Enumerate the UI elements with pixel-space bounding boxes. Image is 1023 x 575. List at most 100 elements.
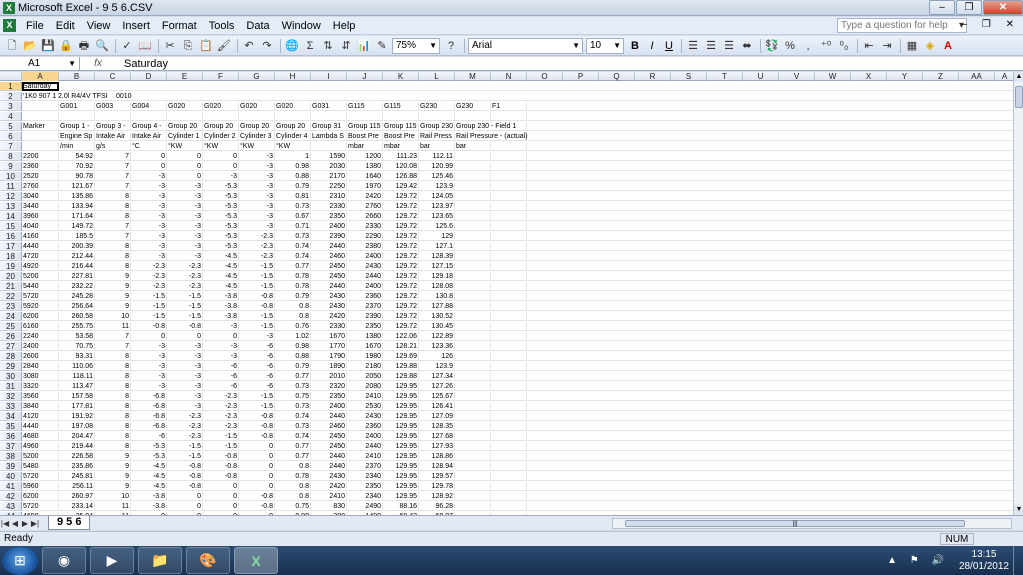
cell[interactable]: 0.8 <box>275 312 311 321</box>
cell[interactable]: -3.8 <box>203 312 239 321</box>
comma-button[interactable]: , <box>800 38 816 54</box>
cell[interactable]: 4920 <box>22 262 59 271</box>
cell[interactable]: 3960 <box>22 212 59 221</box>
cell[interactable]: Group 230 <box>419 122 455 131</box>
cell[interactable]: -2.3 <box>167 412 203 421</box>
cell[interactable]: 129.72 <box>383 232 419 241</box>
cell[interactable]: -6.8 <box>131 402 167 411</box>
column-header[interactable]: K <box>383 72 419 81</box>
column-header[interactable]: R <box>635 72 671 81</box>
cell[interactable] <box>455 282 491 291</box>
row-header[interactable]: 9 <box>0 162 22 171</box>
cell[interactable] <box>455 452 491 461</box>
cell[interactable]: mbar <box>347 142 383 151</box>
cell[interactable]: -2.3 <box>203 412 239 421</box>
cell[interactable]: 2420 <box>311 312 347 321</box>
cell[interactable]: -6 <box>203 372 239 381</box>
cell[interactable]: 0.79 <box>275 182 311 191</box>
cell[interactable]: 129.95 <box>383 412 419 421</box>
fill-color-icon[interactable]: ◈ <box>922 38 938 54</box>
cell[interactable] <box>455 342 491 351</box>
cell[interactable]: 2450 <box>311 432 347 441</box>
cell[interactable] <box>455 462 491 471</box>
cell[interactable]: 8 <box>95 192 131 201</box>
cell[interactable]: -3 <box>131 242 167 251</box>
cell[interactable] <box>455 82 491 91</box>
hyperlink-icon[interactable]: 🌐 <box>284 38 300 54</box>
row-header[interactable]: 31 <box>0 382 22 391</box>
row-header[interactable]: 19 <box>0 262 22 271</box>
row-header[interactable]: 40 <box>0 472 22 481</box>
font-color-icon[interactable]: A <box>940 38 956 54</box>
column-header[interactable]: E <box>167 72 203 81</box>
cell[interactable]: Rail Pressure - (actual) <box>455 132 528 141</box>
row-header[interactable]: 12 <box>0 192 22 201</box>
cell[interactable]: 129.57 <box>419 472 455 481</box>
cell[interactable]: 0 <box>203 162 239 171</box>
row-header[interactable]: 4 <box>0 112 22 121</box>
cell[interactable]: -1.5 <box>167 302 203 311</box>
cell[interactable]: G230 <box>455 102 491 111</box>
autosum-icon[interactable]: Σ <box>302 38 318 54</box>
row-header[interactable]: 24 <box>0 312 22 321</box>
cell[interactable]: 191.92 <box>59 412 95 421</box>
cell[interactable] <box>491 422 527 431</box>
formula-input[interactable]: Saturday <box>116 58 168 70</box>
cell[interactable]: 9 <box>95 272 131 281</box>
cell[interactable]: -1.5 <box>167 442 203 451</box>
cell[interactable]: 5200 <box>22 452 59 461</box>
cell[interactable]: 126.41 <box>419 402 455 411</box>
workbook-icon[interactable]: X <box>3 19 16 32</box>
cell[interactable]: 2.0l R4/4V TFSI <box>57 92 108 101</box>
cell[interactable]: -1.5 <box>131 312 167 321</box>
cell[interactable]: 7 <box>95 182 131 191</box>
cell[interactable]: -6.8 <box>131 422 167 431</box>
cell[interactable] <box>22 102 59 111</box>
cell[interactable]: -1.5 <box>239 402 275 411</box>
cell[interactable]: 226.58 <box>59 452 95 461</box>
cell[interactable]: -3 <box>203 322 239 331</box>
cell[interactable]: 7 <box>95 172 131 181</box>
column-header[interactable]: Y <box>887 72 923 81</box>
explorer-icon[interactable]: 📁 <box>138 547 182 574</box>
cell[interactable]: 2420 <box>311 482 347 491</box>
cell[interactable]: -2.3 <box>239 232 275 241</box>
cell[interactable]: 2340 <box>347 492 383 501</box>
row-header[interactable]: 2 <box>0 92 22 101</box>
cell[interactable]: 124.05 <box>419 192 455 201</box>
cell[interactable]: 130.8 <box>419 292 455 301</box>
cell[interactable]: G115 <box>347 102 383 111</box>
row-header[interactable]: 29 <box>0 362 22 371</box>
cell[interactable]: 93.31 <box>59 352 95 361</box>
workbook-window-controls[interactable]: – ❐ ✕ <box>962 19 1020 30</box>
cell[interactable]: 0.79 <box>275 362 311 371</box>
cell[interactable]: Intake Air <box>95 132 131 141</box>
cell[interactable] <box>383 82 419 91</box>
cell[interactable]: -3 <box>239 202 275 211</box>
cell[interactable]: 128.21 <box>383 342 419 351</box>
redo-icon[interactable]: ↷ <box>259 38 275 54</box>
cell[interactable]: 2430 <box>311 302 347 311</box>
cell[interactable] <box>311 142 347 151</box>
cell[interactable]: -3.8 <box>203 302 239 311</box>
cell[interactable] <box>22 112 59 121</box>
cell[interactable]: -4.5 <box>131 462 167 471</box>
column-header[interactable]: W <box>815 72 851 81</box>
cell[interactable]: 2370 <box>347 302 383 311</box>
cell[interactable]: 96.28 <box>419 502 455 511</box>
cell[interactable]: 0.73 <box>275 422 311 431</box>
cell[interactable]: -3 <box>167 182 203 191</box>
cell[interactable]: Lambda S <box>311 132 347 141</box>
cell[interactable]: -3 <box>131 172 167 181</box>
cell[interactable]: 5720 <box>22 292 59 301</box>
cell[interactable]: 53.58 <box>59 332 95 341</box>
start-button[interactable]: ⊞ <box>2 546 38 575</box>
restore-button[interactable]: ❐ <box>956 0 982 15</box>
cell[interactable]: 4040 <box>22 222 59 231</box>
cell[interactable]: G115 <box>383 102 419 111</box>
cell[interactable]: -0.8 <box>239 412 275 421</box>
cell[interactable]: 9 <box>95 282 131 291</box>
increase-indent-icon[interactable]: ⇥ <box>879 38 895 54</box>
cell[interactable] <box>491 242 527 251</box>
cell[interactable]: -2.3 <box>203 422 239 431</box>
